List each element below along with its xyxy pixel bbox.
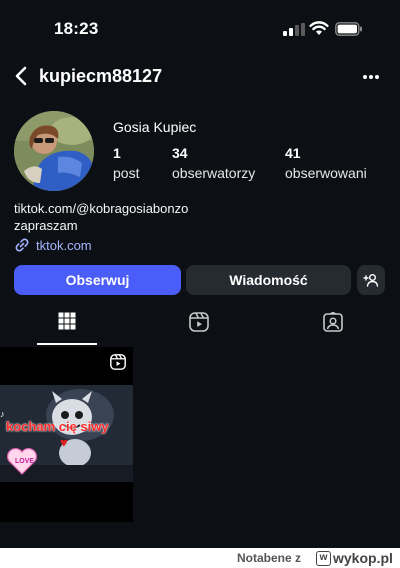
reels-icon	[189, 312, 209, 332]
reel-badge-icon	[110, 354, 126, 370]
message-button[interactable]: Wiadomość	[186, 265, 351, 295]
profile-full-name: Gosia Kupiec	[113, 119, 197, 135]
bio-text: zapraszam	[14, 218, 78, 233]
chevron-left-icon	[15, 66, 27, 86]
avatar-photo	[14, 111, 94, 191]
stat-posts-label: post	[113, 165, 140, 181]
profile-header: kupiecm88127	[0, 62, 400, 92]
tab-grid[interactable]	[37, 312, 97, 346]
post-overlay-text: kocham cię siwy	[6, 419, 109, 434]
watermark-site: wykop.pl	[333, 550, 393, 566]
back-button[interactable]	[8, 62, 34, 90]
phone-screen: 18:23 kupiecm88127 Gosia Kupiec 1 post 3…	[0, 0, 400, 548]
stat-followers-value: 34	[172, 145, 188, 161]
website-link-text: tktok.com	[36, 237, 92, 253]
post-thumbnail[interactable]: ♪ kocham cię siwy ♥ LOVE	[0, 347, 133, 522]
love-sticker-text: LOVE	[15, 458, 35, 465]
status-time: 18:23	[54, 19, 99, 38]
status-bar: 18:23	[0, 0, 400, 52]
wykop-logo-icon: w wykop.pl	[316, 550, 393, 566]
source-watermark: Notabene z w wykop.pl	[0, 548, 400, 568]
tab-tagged[interactable]	[303, 312, 363, 346]
more-options-button[interactable]	[356, 66, 386, 88]
grid-icon	[58, 312, 76, 330]
more-horizontal-icon	[363, 75, 379, 79]
tab-reels[interactable]	[169, 312, 229, 346]
cellular-signal-icon	[283, 23, 305, 36]
stat-followers-label: obserwatorzy	[172, 165, 256, 181]
stat-followers[interactable]: 34 obserwatorzy	[172, 145, 255, 181]
message-button-label: Wiadomość	[229, 272, 308, 288]
follow-button[interactable]: Obserwuj	[14, 265, 181, 295]
wifi-icon	[309, 21, 329, 35]
tiktok-watermark-icon: ♪	[0, 409, 5, 419]
stat-following[interactable]: 41 obserwowani	[285, 145, 367, 181]
follow-button-label: Obserwuj	[65, 272, 130, 288]
bio-text-link-line: tiktok.com/@kobragosiabonzo	[14, 201, 189, 216]
stat-posts[interactable]: 1 post	[113, 145, 139, 181]
stat-following-label: obserwowani	[285, 165, 367, 181]
profile-avatar[interactable]	[14, 111, 94, 191]
battery-icon	[335, 22, 362, 36]
website-link[interactable]: tktok.com	[14, 237, 92, 253]
stat-posts-value: 1	[113, 145, 121, 161]
stat-following-value: 41	[285, 145, 301, 161]
active-tab-indicator	[37, 343, 97, 345]
link-icon	[15, 238, 29, 252]
suggested-people-button[interactable]	[357, 265, 385, 295]
tagged-icon	[323, 312, 343, 332]
watermark-author: Notabene z	[237, 551, 302, 565]
heart-icon: ♥	[60, 435, 68, 450]
profile-username: kupiecm88127	[39, 66, 163, 86]
add-person-icon	[363, 274, 379, 287]
